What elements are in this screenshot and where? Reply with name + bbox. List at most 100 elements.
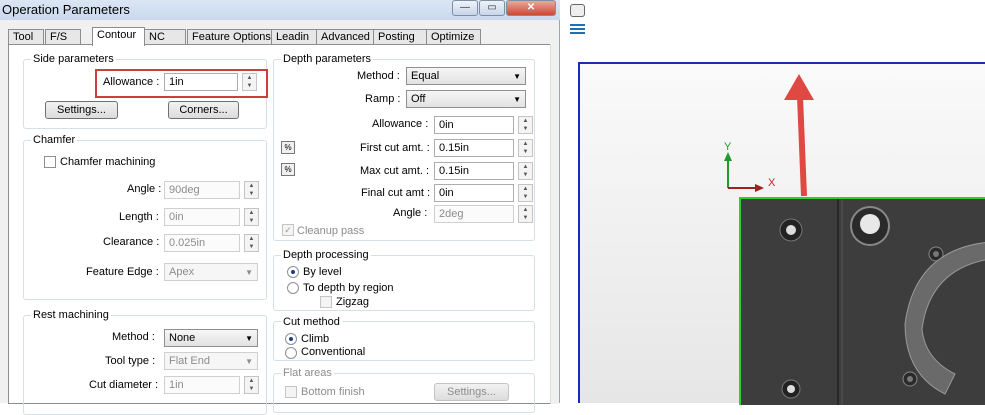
depth-allowance-input[interactable]: 0in: [434, 116, 514, 134]
chamfer-angle-label: Angle :: [127, 183, 162, 195]
depth-parameters-title: Depth parameters: [281, 53, 374, 65]
chamfer-angle-input[interactable]: 90deg: [164, 181, 240, 199]
dialog-title: Operation Parameters: [2, 2, 130, 17]
cut-diameter-spinner[interactable]: ▲ ▼: [244, 376, 259, 394]
percent-toggle-icon[interactable]: %: [281, 141, 295, 154]
chamfer-machining-checkbox[interactable]: [44, 156, 56, 168]
title-bar: Operation Parameters — ▭ ✕: [0, 0, 560, 20]
conventional-radio[interactable]: [285, 347, 297, 359]
climb-label: Climb: [301, 333, 330, 345]
tab-posting[interactable]: Posting: [373, 29, 427, 45]
depth-method-label: Method :: [357, 70, 400, 82]
tool-type-select[interactable]: Flat End ▼: [164, 352, 258, 370]
direction-arrow-shaft: [797, 95, 807, 197]
hole-bore: [860, 214, 880, 234]
final-cut-label: Final cut amt :: [361, 187, 431, 199]
tab-fs[interactable]: F/S: [45, 29, 81, 45]
cut-method-title: Cut method: [281, 316, 342, 328]
ramp-value: Off: [411, 93, 426, 105]
tab-tool[interactable]: Tool: [8, 29, 44, 45]
tool-type-label: Tool type :: [105, 355, 156, 367]
chamfer-length-input[interactable]: 0in: [164, 208, 240, 226]
maximize-button[interactable]: ▭: [479, 0, 505, 16]
first-cut-label: First cut amt. :: [360, 142, 430, 154]
max-cut-label: Max cut amt. :: [360, 165, 430, 177]
screw-hole-center: [907, 376, 913, 382]
ramp-select[interactable]: Off ▼: [406, 90, 526, 108]
tool-type-value: Flat End: [169, 355, 210, 367]
zigzag-checkbox[interactable]: [320, 296, 332, 308]
cleanup-pass-label: Cleanup pass: [297, 225, 365, 237]
chamfer-clearance-label: Clearance :: [103, 236, 160, 248]
direction-arrow-head: [784, 74, 814, 100]
chamfer-machining-label: Chamfer machining: [60, 156, 156, 168]
hole-bore: [787, 385, 795, 393]
rest-machining-title: Rest machining: [31, 309, 111, 321]
flat-settings-button[interactable]: Settings...: [434, 383, 509, 401]
settings-button[interactable]: Settings...: [45, 101, 118, 119]
configuration-icon[interactable]: [570, 4, 585, 17]
chamfer-title: Chamfer: [31, 134, 78, 146]
contour-panel: Side parameters Allowance : 1in ▲ ▼ Setti…: [8, 44, 558, 415]
rest-method-label: Method :: [112, 331, 155, 343]
tab-nc[interactable]: NC: [144, 29, 186, 45]
depth-allowance-spinner[interactable]: ▲ ▼: [518, 116, 533, 134]
depth-method-value: Equal: [411, 70, 440, 82]
chamfer-clearance-input[interactable]: 0.025in: [164, 234, 240, 252]
chevron-down-icon: ▼: [513, 72, 521, 81]
screw-hole-center: [933, 251, 939, 257]
graphics-viewport[interactable]: Y X: [578, 62, 985, 405]
bottom-finish-checkbox[interactable]: [285, 386, 297, 398]
chamfer-angle-spinner[interactable]: ▲ ▼: [244, 181, 259, 199]
to-depth-by-region-label: To depth by region: [303, 282, 394, 294]
first-cut-spinner[interactable]: ▲ ▼: [518, 139, 533, 157]
depth-method-select[interactable]: Equal ▼: [406, 67, 526, 85]
percent-toggle-icon[interactable]: %: [281, 163, 295, 176]
tab-feature-options[interactable]: Feature Options: [187, 29, 274, 45]
allowance-highlight-box: [95, 69, 268, 98]
rest-method-select[interactable]: None ▼: [164, 329, 258, 347]
conventional-label: Conventional: [301, 346, 366, 358]
feature-edge-select[interactable]: Apex ▼: [164, 263, 258, 281]
minimize-button[interactable]: —: [452, 0, 478, 16]
y-axis-arrow: [724, 152, 732, 161]
chamfer-length-label: Length :: [119, 211, 159, 223]
final-cut-spinner[interactable]: ▲ ▼: [518, 184, 533, 202]
depth-angle-input[interactable]: 2deg: [434, 205, 514, 223]
climb-radio[interactable]: [285, 333, 297, 345]
first-cut-input[interactable]: 0.15in: [434, 139, 514, 157]
y-axis-label: Y: [724, 141, 732, 153]
chevron-down-icon: ▼: [245, 357, 253, 366]
part-view: Y X: [724, 74, 985, 405]
chevron-down-icon: ▼: [245, 268, 253, 277]
cleanup-pass-checkbox[interactable]: ✓: [282, 224, 294, 236]
to-depth-by-region-radio[interactable]: [287, 282, 299, 294]
rest-method-value: None: [169, 332, 196, 344]
tab-advanced[interactable]: Advanced: [316, 29, 374, 45]
final-cut-input[interactable]: 0in: [434, 184, 514, 202]
cut-diameter-input[interactable]: 1in: [164, 376, 240, 394]
chevron-down-icon: ▼: [513, 95, 521, 104]
dialog-scrollbar[interactable]: [550, 44, 558, 404]
by-level-label: By level: [303, 266, 342, 278]
feature-edge-label: Feature Edge :: [86, 266, 159, 278]
side-parameters-title: Side parameters: [31, 53, 116, 65]
chevron-down-icon: ▼: [245, 334, 253, 343]
tab-contour[interactable]: Contour: [92, 27, 145, 46]
chamfer-clearance-spinner[interactable]: ▲ ▼: [244, 234, 259, 252]
list-icon[interactable]: [570, 24, 585, 36]
chamfer-length-spinner[interactable]: ▲ ▼: [244, 208, 259, 226]
feature-edge-value: Apex: [169, 266, 195, 278]
close-button[interactable]: ✕: [506, 0, 556, 16]
max-cut-spinner[interactable]: ▲ ▼: [518, 162, 533, 180]
by-level-radio[interactable]: [287, 266, 299, 278]
depth-processing-title: Depth processing: [281, 249, 371, 261]
tab-leadin[interactable]: Leadin: [271, 29, 318, 45]
depth-angle-label: Angle :: [393, 207, 428, 219]
depth-angle-spinner[interactable]: ▲ ▼: [518, 205, 533, 223]
max-cut-input[interactable]: 0.15in: [434, 162, 514, 180]
tab-optimize[interactable]: Optimize: [426, 29, 481, 45]
corners-button[interactable]: Corners...: [168, 101, 239, 119]
x-axis-arrow: [755, 184, 764, 192]
bottom-finish-label: Bottom finish: [301, 386, 365, 398]
